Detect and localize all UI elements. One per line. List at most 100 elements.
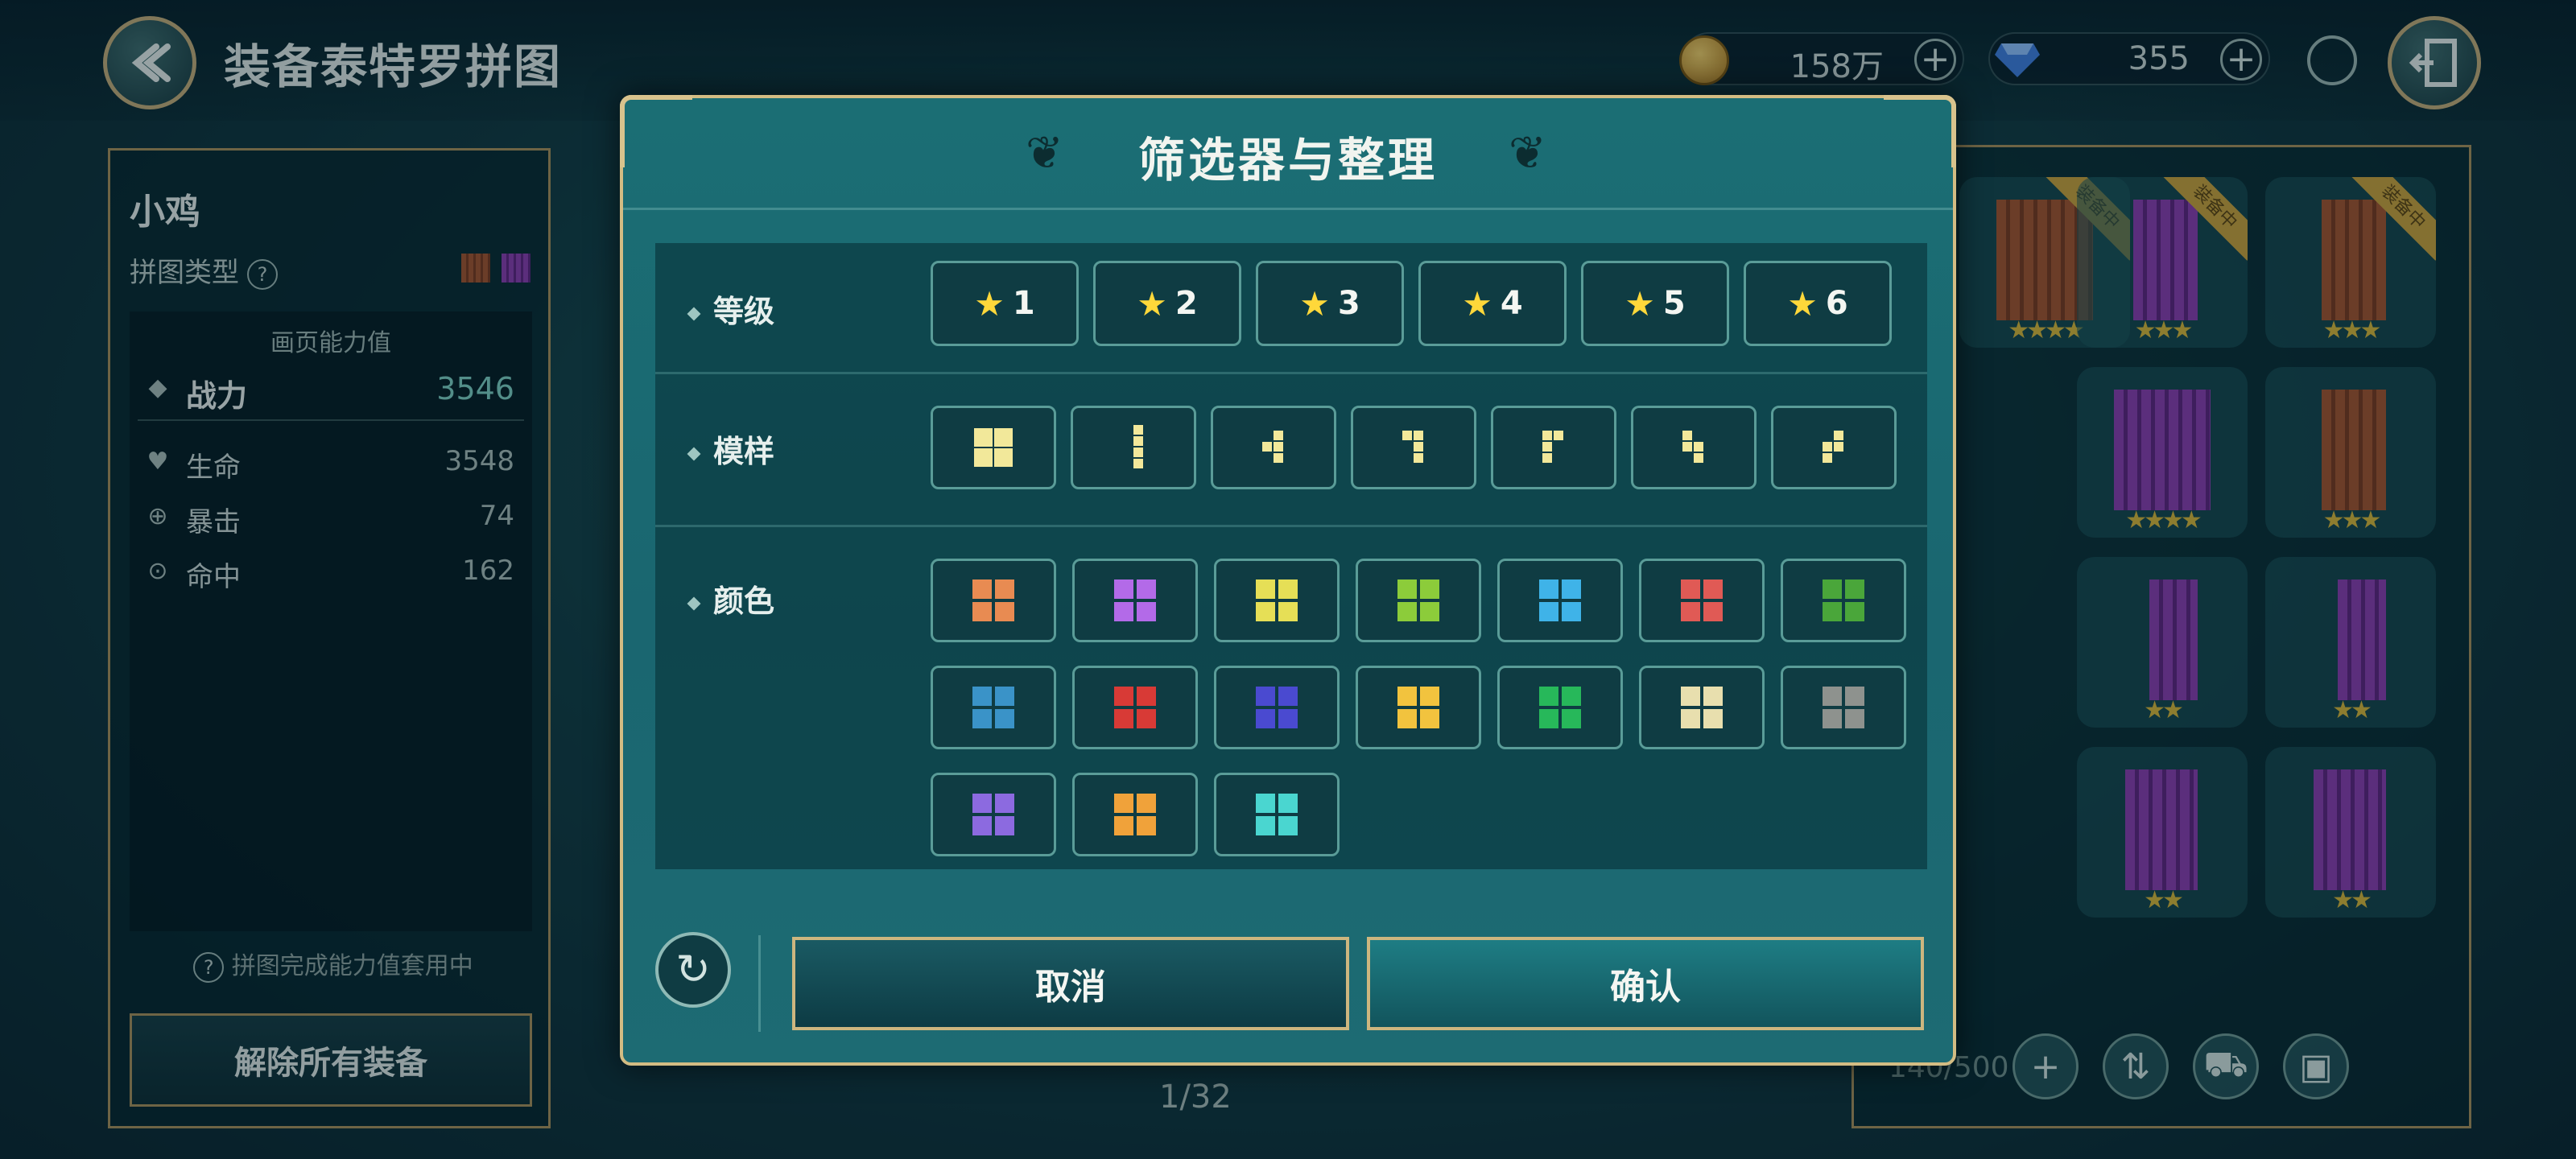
shape-cell [1823,442,1832,452]
swatch-cell [1256,580,1275,599]
swatch-cell [1539,709,1558,728]
grade-chip[interactable]: ★ 3 [1256,261,1404,346]
swatch-cell [972,709,992,728]
swatch-cell [972,687,992,706]
swatch-cell [995,816,1014,835]
grade-chip[interactable]: ★ 1 [931,261,1079,346]
swatch-cell [1114,580,1133,599]
swatch-cell [972,602,992,621]
color-swatch-icon [1256,794,1298,835]
color-swatch-icon [1539,687,1581,728]
filter-body: 等级 ★ 1 ★ 2 ★ 3 ★ 4 ★ 5 ★ 6 模样 颜色 [655,243,1927,869]
color-chip[interactable] [1214,559,1340,642]
swatch-cell [1256,687,1275,706]
color-chip[interactable] [1072,773,1198,856]
shape-cell [1694,442,1703,452]
color-chip[interactable] [1639,559,1765,642]
shape-chip-j-shape[interactable] [1351,406,1476,489]
shape-cell [1834,442,1843,452]
grade-chip[interactable]: ★ 2 [1093,261,1241,346]
swatch-cell [1681,687,1700,706]
shape-chip-l-shape[interactable] [1491,406,1616,489]
swatch-cell [1137,687,1156,706]
color-chip[interactable] [931,559,1056,642]
color-chip[interactable] [1356,666,1481,749]
swatch-cell [1114,602,1133,621]
color-swatch-icon [972,580,1014,621]
color-chip[interactable] [931,666,1056,749]
swatch-cell [1420,709,1439,728]
color-swatch-icon [1256,687,1298,728]
swatch-cell [1562,602,1581,621]
star-icon: ★ [1299,283,1330,324]
shape-cell [1274,453,1283,463]
reset-refresh-icon[interactable]: ↻ [655,932,731,1008]
swatch-cell [995,687,1014,706]
color-chip[interactable] [1072,559,1198,642]
swatch-cell [1420,687,1439,706]
shape-cell [1133,459,1143,468]
shape-chip-z-shape[interactable] [1771,406,1897,489]
color-chip[interactable] [1781,666,1906,749]
swatch-cell [1256,816,1275,835]
swatch-cell [995,580,1014,599]
swatch-cell [1420,580,1439,599]
grade-number: 2 [1174,285,1198,322]
color-swatch-icon [1114,687,1156,728]
swatch-cell [1114,687,1133,706]
swatch-cell [1114,709,1133,728]
shape-chip-t-shape[interactable] [1211,406,1336,489]
leaf-ornament-icon: ❦ [1509,127,1546,179]
cancel-button[interactable]: 取消 [792,937,1349,1030]
swatch-cell [972,816,992,835]
color-chip[interactable] [1214,666,1340,749]
t-shape-icon [1262,431,1285,464]
shape-cell [994,448,1013,467]
shape-chip-s-shape[interactable] [1631,406,1757,489]
shape-cell [1682,431,1692,440]
shape-cell [994,428,1013,447]
color-swatch-icon [972,687,1014,728]
grade-number: 3 [1337,285,1360,322]
color-chip[interactable] [1356,559,1481,642]
swatch-cell [1703,709,1723,728]
swatch-cell [1137,602,1156,621]
confirm-button[interactable]: 确认 [1367,937,1924,1030]
grade-number: 5 [1662,285,1686,322]
color-chip[interactable] [1072,666,1198,749]
grade-chip[interactable]: ★ 4 [1418,261,1567,346]
shape-cell [1554,431,1563,440]
dialog-title: 筛选器与整理 [1137,133,1438,188]
swatch-cell [1703,687,1723,706]
swatch-cell [972,580,992,599]
color-chip[interactable] [1781,559,1906,642]
color-chip[interactable] [1497,559,1623,642]
swatch-cell [1823,602,1842,621]
swatch-cell [1256,794,1275,813]
shape-section: 模样 [655,372,1927,527]
swatch-cell [1397,687,1417,706]
grade-chip[interactable]: ★ 6 [1744,261,1892,346]
dialog-header: ❦ 筛选器与整理 ❦ [623,98,1953,210]
swatch-cell [1845,580,1864,599]
color-swatch-icon [1397,687,1439,728]
swatch-cell [1278,709,1298,728]
grade-chip[interactable]: ★ 5 [1581,261,1729,346]
swatch-cell [1137,794,1156,813]
grade-number: 1 [1012,285,1035,322]
swatch-cell [1845,709,1864,728]
square-icon [974,428,1013,467]
divider [758,935,761,1032]
shape-chip-square[interactable] [931,406,1056,489]
color-chip[interactable] [1639,666,1765,749]
filter-dialog: ❦ 筛选器与整理 ❦ 等级 ★ 1 ★ 2 ★ 3 ★ 4 ★ 5 ★ 6 模样 颜色 ↻ 取消 确认 [620,95,1956,1066]
swatch-cell [995,709,1014,728]
shape-chip-line-i[interactable] [1071,406,1196,489]
shape-cell [1542,442,1552,452]
color-chip[interactable] [1214,773,1340,856]
shape-label: 模样 [687,427,774,471]
color-chip[interactable] [1497,666,1623,749]
swatch-cell [1823,687,1842,706]
color-chip[interactable] [931,773,1056,856]
star-icon: ★ [974,283,1005,324]
